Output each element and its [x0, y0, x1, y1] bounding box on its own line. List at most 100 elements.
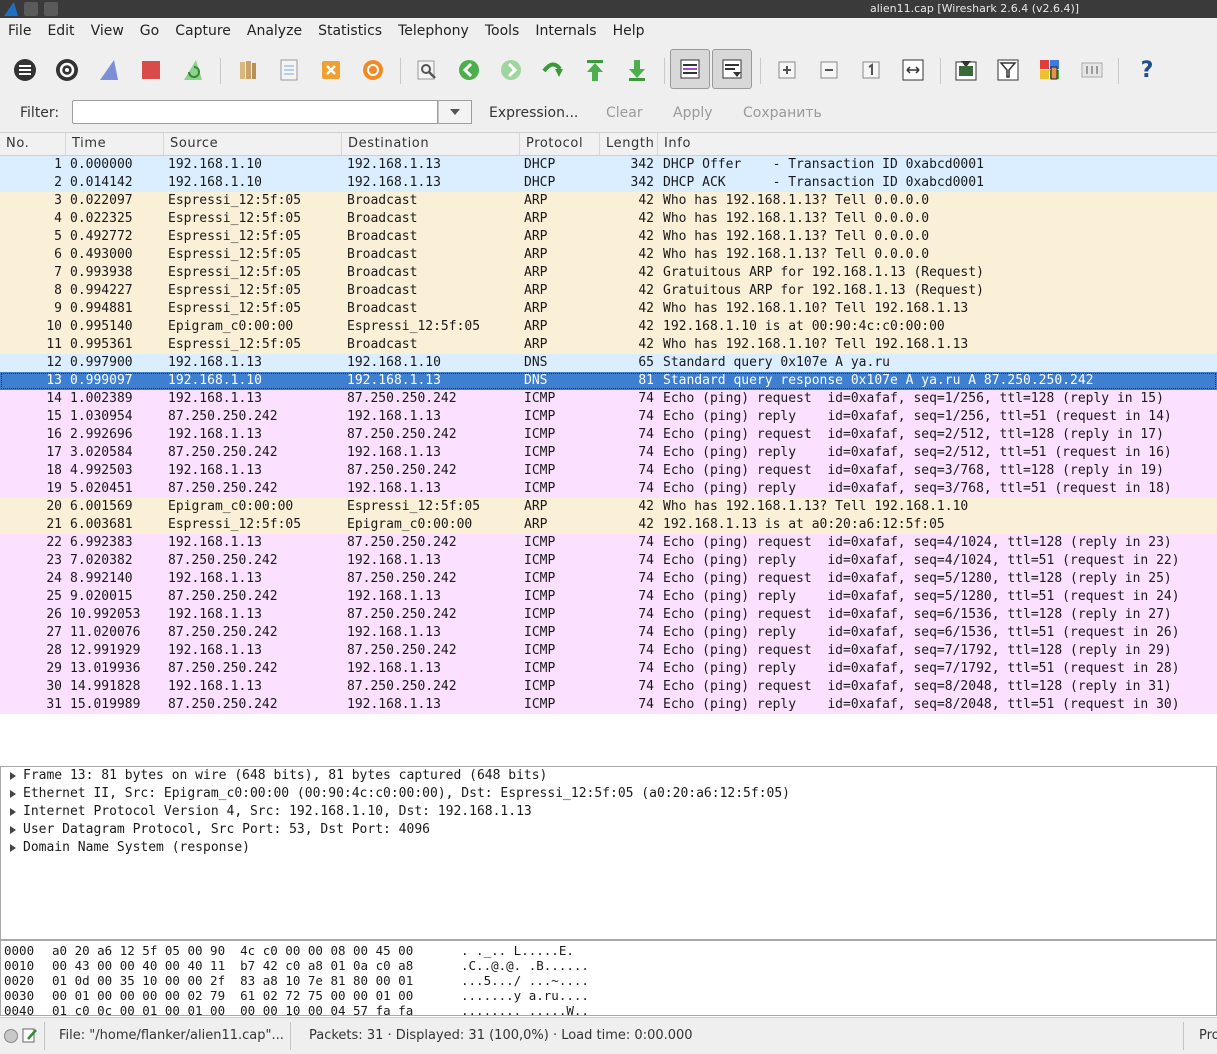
preferences-icon[interactable]	[1078, 56, 1106, 84]
expression-button[interactable]: Expression...	[489, 105, 578, 121]
filter-dropdown-button[interactable]	[438, 100, 472, 124]
packet-row[interactable]: 4 0.022325 Espressi_12:5f:05 Broadcast ARP 42…	[0, 210, 1217, 228]
menu-statistics[interactable]: Statistics	[310, 23, 390, 39]
packet-bytes-pane[interactable]: 0000 a0 20 a6 12 5f 05 00 90 4c c0 00 00 …	[0, 940, 1217, 1016]
packet-row[interactable]: 21 6.003681 Espressi_12:5f:05 Epigram_c0:00…	[0, 516, 1217, 534]
menu-analyze[interactable]: Analyze	[239, 23, 310, 39]
column-header-source[interactable]: Source	[170, 136, 218, 151]
go-forward-icon[interactable]	[497, 56, 525, 84]
packet-row[interactable]: 30 14.991828 192.168.1.13 87.250.250.242 ICM…	[0, 678, 1217, 696]
filter-input[interactable]	[72, 100, 438, 124]
detail-tree-item[interactable]: Ethernet II, Src: Epigram_c0:00:00 (00:9…	[1, 785, 1201, 803]
capture-comment-icon[interactable]	[22, 1027, 38, 1047]
column-header-protocol[interactable]: Protocol	[526, 136, 583, 151]
packet-row[interactable]: 28 12.991929 192.168.1.13 87.250.250.242 ICM…	[0, 642, 1217, 660]
packet-row[interactable]: 11 0.995361 Espressi_12:5f:05 Broadcast ARP 4…	[0, 336, 1217, 354]
column-header-destination[interactable]: Destination	[348, 136, 429, 151]
column-header-info[interactable]: Info	[664, 136, 691, 151]
apply-button[interactable]: Apply	[673, 105, 713, 121]
packet-row[interactable]: 25 9.020015 87.250.250.242 192.168.1.13 ICMP…	[0, 588, 1217, 606]
packet-row[interactable]: 9 0.994881 Espressi_12:5f:05 Broadcast ARP 42…	[0, 300, 1217, 318]
packet-row[interactable]: 20 6.001569 Epigram_c0:00:00 Espressi_12:5f…	[0, 498, 1217, 516]
menu-view[interactable]: View	[83, 23, 132, 39]
expand-arrow-icon[interactable]	[10, 808, 16, 816]
detail-tree-item[interactable]: Domain Name System (response)	[1, 839, 1201, 857]
column-header-length[interactable]: Length	[606, 136, 654, 151]
restart-capture-icon[interactable]	[179, 56, 207, 84]
menu-tools[interactable]: Tools	[477, 23, 528, 39]
packet-row[interactable]: 3 0.022097 Espressi_12:5f:05 Broadcast ARP 42…	[0, 192, 1217, 210]
detail-tree-item[interactable]: Frame 13: 81 bytes on wire (648 bits), 8…	[1, 767, 1201, 785]
packet-row-selected[interactable]: 13 0.999097 192.168.1.10 192.168.1.13 DNS 81 S…	[0, 372, 1217, 390]
save-filter-button[interactable]: Сохранить	[743, 105, 822, 121]
packet-row[interactable]: 16 2.992696 192.168.1.13 87.250.250.242 ICMP…	[0, 426, 1217, 444]
detail-tree-item[interactable]: User Datagram Protocol, Src Port: 53, Ds…	[1, 821, 1201, 839]
packet-row[interactable]: 5 0.492772 Espressi_12:5f:05 Broadcast ARP 42…	[0, 228, 1217, 246]
window-button-icon[interactable]	[24, 2, 38, 16]
packet-row[interactable]: 18 4.992503 192.168.1.13 87.250.250.242 ICMP…	[0, 462, 1217, 480]
packet-row[interactable]: 22 6.992383 192.168.1.13 87.250.250.242 ICMP…	[0, 534, 1217, 552]
help-icon[interactable]: ?	[1133, 56, 1161, 84]
expand-arrow-icon[interactable]	[10, 826, 16, 834]
zoom-out-icon[interactable]	[815, 56, 843, 84]
packet-row[interactable]: 31 15.019989 87.250.250.242 192.168.1.13 ICM…	[0, 696, 1217, 714]
save-file-icon[interactable]	[275, 56, 303, 84]
packet-row[interactable]: 12 0.997900 192.168.1.13 192.168.1.10 DNS 65 S…	[0, 354, 1217, 372]
packet-details-pane[interactable]: Frame 13: 81 bytes on wire (648 bits), 8…	[0, 766, 1217, 940]
go-last-packet-icon[interactable]	[623, 56, 651, 84]
packet-row[interactable]: 24 8.992140 192.168.1.13 87.250.250.242 ICMP…	[0, 570, 1217, 588]
packet-row[interactable]: 19 5.020451 87.250.250.242 192.168.1.13 ICMP…	[0, 480, 1217, 498]
packet-row[interactable]: 15 1.030954 87.250.250.242 192.168.1.13 ICMP…	[0, 408, 1217, 426]
column-header-time[interactable]: Time	[72, 136, 106, 151]
go-back-icon[interactable]	[455, 56, 483, 84]
menu-file[interactable]: File	[0, 23, 39, 39]
menu-help[interactable]: Help	[605, 23, 653, 39]
menu-edit[interactable]: Edit	[39, 23, 82, 39]
window-button-icon[interactable]	[44, 2, 58, 16]
menu-go[interactable]: Go	[132, 23, 167, 39]
menu-telephony[interactable]: Telephony	[390, 23, 477, 39]
auto-scroll-icon[interactable]	[712, 49, 752, 89]
start-capture-fin-icon[interactable]	[95, 56, 123, 84]
packet-row[interactable]: 10 0.995140 Epigram_c0:00:00 Espressi_12:5f…	[0, 318, 1217, 336]
status-profile[interactable]: Pro	[1199, 1028, 1217, 1043]
packet-row[interactable]: 8 0.994227 Espressi_12:5f:05 Broadcast ARP 42…	[0, 282, 1217, 300]
open-file-icon[interactable]	[233, 56, 261, 84]
packet-row[interactable]: 2 0.014142 192.168.1.10 192.168.1.13 DHCP 342…	[0, 174, 1217, 192]
packet-row[interactable]: 27 11.020076 87.250.250.242 192.168.1.13 ICM…	[0, 624, 1217, 642]
menu-internals[interactable]: Internals	[527, 23, 604, 39]
normal-size-icon[interactable]	[857, 56, 885, 84]
packet-row[interactable]: 14 1.002389 192.168.1.13 87.250.250.242 ICMP…	[0, 390, 1217, 408]
go-to-packet-icon[interactable]	[539, 56, 567, 84]
interfaces-list-icon[interactable]	[11, 56, 39, 84]
expand-arrow-icon[interactable]	[10, 844, 16, 852]
coloring-rules-icon[interactable]	[1036, 56, 1064, 84]
find-packet-icon[interactable]	[413, 56, 441, 84]
expert-info-icon[interactable]	[4, 1029, 18, 1043]
display-filters-icon[interactable]	[994, 56, 1022, 84]
zoom-in-icon[interactable]	[773, 56, 801, 84]
expand-arrow-icon[interactable]	[10, 790, 16, 798]
colorize-list-icon[interactable]	[670, 49, 710, 89]
column-header-no[interactable]: No.	[6, 136, 29, 151]
capture-filters-icon[interactable]	[952, 56, 980, 84]
packet-list[interactable]: No. Time Source Destination Protocol Len…	[0, 133, 1217, 765]
detail-tree-item[interactable]: Internet Protocol Version 4, Src: 192.16…	[1, 803, 1201, 821]
stop-capture-icon[interactable]	[137, 56, 165, 84]
packet-row[interactable]: 6 0.493000 Espressi_12:5f:05 Broadcast ARP 42…	[0, 246, 1217, 264]
packet-row[interactable]: 23 7.020382 87.250.250.242 192.168.1.13 ICMP…	[0, 552, 1217, 570]
menu-capture[interactable]: Capture	[167, 23, 239, 39]
packet-row[interactable]: 26 10.992053 192.168.1.13 87.250.250.242 ICM…	[0, 606, 1217, 624]
go-first-packet-icon[interactable]	[581, 56, 609, 84]
capture-options-gear-icon[interactable]	[53, 56, 81, 84]
expand-arrow-icon[interactable]	[10, 772, 16, 780]
reload-file-icon[interactable]	[359, 56, 387, 84]
close-file-icon[interactable]	[317, 56, 345, 84]
packet-row[interactable]: 7 0.993938 Espressi_12:5f:05 Broadcast ARP 42…	[0, 264, 1217, 282]
resize-columns-icon[interactable]	[899, 56, 927, 84]
packet-row[interactable]: 17 3.020584 87.250.250.242 192.168.1.13 ICMP…	[0, 444, 1217, 462]
packet-row[interactable]: 29 13.019936 87.250.250.242 192.168.1.13 ICM…	[0, 660, 1217, 678]
clear-button[interactable]: Clear	[606, 105, 643, 121]
packet-destination: 192.168.1.13	[347, 409, 441, 424]
packet-row[interactable]: 1 0.000000 192.168.1.10 192.168.1.13 DHCP 342…	[0, 156, 1217, 174]
